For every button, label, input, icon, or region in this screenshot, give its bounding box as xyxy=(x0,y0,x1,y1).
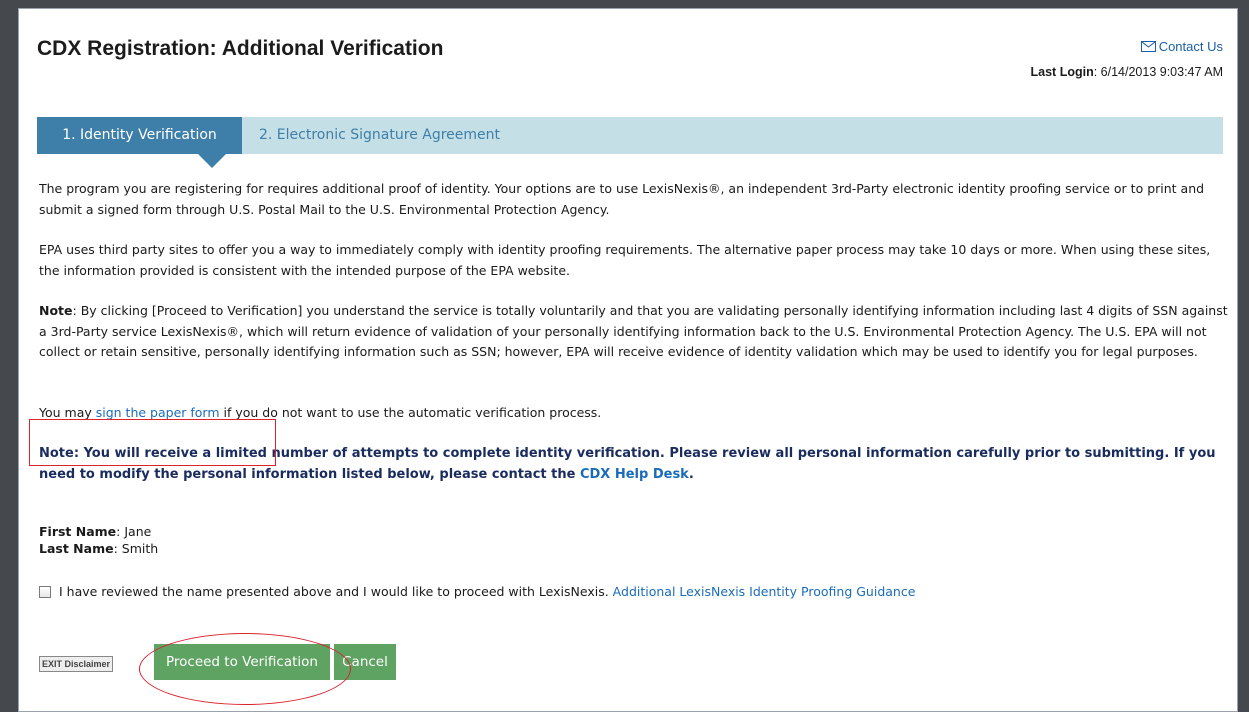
last-login: Last Login: 6/14/2013 9:03:47 AM xyxy=(1031,65,1223,79)
proceed-to-verification-button[interactable]: Proceed to Verification xyxy=(154,644,330,680)
warning-end: . xyxy=(688,466,694,482)
third-party-paragraph: EPA uses third party sites to offer you … xyxy=(39,242,1211,278)
first-name-row: First Name: Jane xyxy=(39,523,158,540)
registration-page: CDX Registration: Additional Verificatio… xyxy=(18,8,1238,712)
contact-us-link[interactable]: Contact Us xyxy=(1140,39,1223,54)
last-login-value: : 6/14/2013 9:03:47 AM xyxy=(1093,65,1223,79)
note-paragraph: Note: By clicking [Proceed to Verificati… xyxy=(39,301,1229,363)
tab-identity-verification[interactable]: 1. Identity Verification xyxy=(37,117,242,168)
tab-electronic-signature-label: 2. Electronic Signature Agreement xyxy=(259,127,501,143)
paper-prefix: You may xyxy=(39,405,96,420)
intro-paragraph: The program you are registering for requ… xyxy=(39,181,1205,217)
first-name-label: First Name xyxy=(39,524,117,539)
exit-disclaimer-badge[interactable]: EXIT Disclaimer xyxy=(39,656,114,672)
paper-suffix: if you do not want to use the automatic … xyxy=(219,405,602,420)
cancel-button[interactable]: Cancel xyxy=(334,644,396,680)
confirm-label: I have reviewed the name presented above… xyxy=(59,582,915,603)
attempts-warning: Note: You will receive a limited number … xyxy=(39,444,1229,485)
envelope-icon xyxy=(1140,41,1156,52)
confirm-text: I have reviewed the name presented above… xyxy=(59,584,613,599)
cdx-help-desk-link[interactable]: CDX Help Desk xyxy=(580,467,689,482)
last-name-label: Last Name xyxy=(39,541,114,556)
confirm-row: I have reviewed the name presented above… xyxy=(39,582,915,603)
last-name-row: Last Name: Smith xyxy=(39,540,158,557)
note-label: Note xyxy=(39,303,73,318)
personal-info: First Name: Jane Last Name: Smith xyxy=(39,523,158,557)
note-text: : By clicking [Proceed to Verification] … xyxy=(39,303,1228,359)
page-title: CDX Registration: Additional Verificatio… xyxy=(37,37,444,60)
first-name-value: : Jane xyxy=(116,524,152,539)
last-name-value: : Smith xyxy=(113,541,159,556)
confirm-checkbox[interactable] xyxy=(39,586,51,599)
last-login-label: Last Login xyxy=(1030,65,1094,79)
contact-us-label: Contact Us xyxy=(1158,39,1223,54)
sign-paper-form-link[interactable]: sign the paper form xyxy=(96,405,220,420)
paper-form-paragraph: You may sign the paper form if you do no… xyxy=(39,403,601,424)
lexisnexis-guidance-link[interactable]: Additional LexisNexis Identity Proofing … xyxy=(613,584,916,599)
tab-identity-verification-label: 1. Identity Verification xyxy=(62,127,217,143)
active-tab-pointer xyxy=(198,154,226,168)
tab-electronic-signature[interactable]: 2. Electronic Signature Agreement xyxy=(259,117,500,154)
step-tabs: 1. Identity Verification 2. Electronic S… xyxy=(37,117,1223,168)
